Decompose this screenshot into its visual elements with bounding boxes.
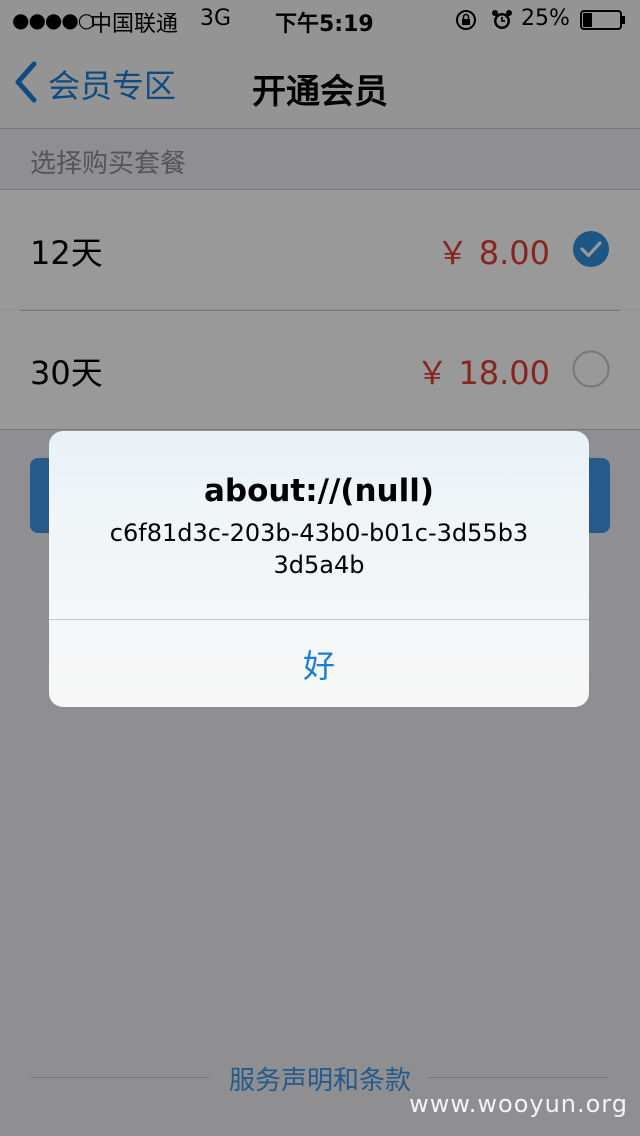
alert-ok-button[interactable]: 好 [49, 620, 589, 707]
alert-message: c6f81d3c-203b-43b0-b01c-3d55b33d5a4b [109, 519, 529, 579]
alert-title: about://(null) [203, 473, 435, 509]
watermark: www.wooyun.org [409, 1090, 628, 1118]
alert-dialog: about://(null) c6f81d3c-203b-43b0-b01c-3… [49, 431, 589, 707]
